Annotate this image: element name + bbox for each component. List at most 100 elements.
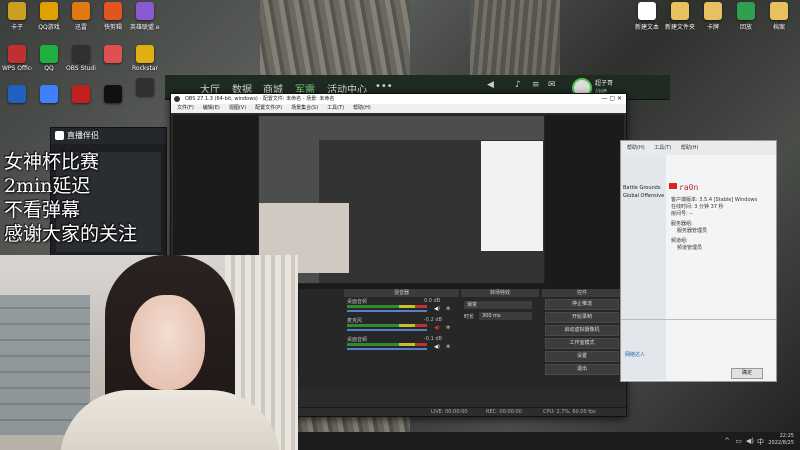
obs-menu-scene-collection[interactable]: 场景集合(S)	[291, 104, 318, 113]
mute-icon[interactable]: ◀)	[434, 306, 440, 312]
taskbar-clock[interactable]: 22:25 2022/8/25	[768, 433, 794, 447]
start-recording-button[interactable]: 开始录制	[545, 312, 619, 323]
desktop-icon[interactable]: 新建文本	[632, 2, 662, 31]
status-rec: REC: 00:00:00	[486, 409, 522, 415]
desktop-icon[interactable]	[34, 85, 64, 105]
tray-volume-icon[interactable]: ◀)	[746, 437, 754, 445]
desktop-icon-label: 回放	[739, 24, 752, 31]
desktop-icon[interactable]	[66, 85, 96, 105]
desktop-icon-label: QQ	[44, 65, 54, 72]
mute-icon[interactable]: ◀)	[434, 344, 440, 350]
mixer-db: -0.1 dB	[424, 336, 442, 342]
launcher-mail-icon[interactable]: ✉	[548, 80, 556, 90]
overlay-line: 女神杯比赛	[4, 151, 100, 173]
tray-network-icon[interactable]: ▭	[735, 437, 742, 445]
desktop-icon[interactable]: QQ	[34, 45, 64, 72]
desktop-icon[interactable]: OBS Studio	[66, 45, 96, 72]
chat-footer-link[interactable]: 网络达人	[625, 351, 645, 358]
tray-ime-icon[interactable]: 中	[757, 437, 764, 447]
obs-menu-help[interactable]: 帮助(H)	[353, 104, 371, 113]
app-icon	[40, 45, 58, 63]
desktop-icon[interactable]: 档案	[764, 2, 794, 31]
channel-item[interactable]: Battle Grounds	[623, 185, 666, 191]
status-cpu: CPU: 2.7%, 60.00 fps	[543, 409, 596, 415]
desktop-icon[interactable]: QQ游戏	[34, 2, 64, 31]
desktop-icon-label: 卡牌	[706, 24, 719, 31]
chat-menu-help[interactable]: 帮助(H)	[627, 145, 645, 151]
obs-menu-file[interactable]: 文件(F)	[177, 104, 194, 113]
chat-user-info: 客户端版本: 3.5.4 [Stable] Windows 在线时间: 3 分钟…	[671, 197, 757, 252]
desktop-icon[interactable]: 英雄联盟.exe	[130, 2, 160, 31]
desktop-icon-label: 快剪辑	[103, 24, 122, 31]
app-icon	[136, 2, 154, 20]
studio-mode-button[interactable]: 工作室模式	[545, 338, 619, 349]
desktop-icon[interactable]: 卡子	[2, 2, 32, 31]
launcher-bell-icon[interactable]: ♪	[515, 80, 521, 90]
desktop-icon[interactable]	[2, 85, 32, 105]
mixer-db: -0.2 dB	[424, 317, 442, 323]
desktop-icon-label: 迅雷	[74, 24, 87, 31]
obs-preview-chat	[481, 141, 543, 251]
desktop-icon[interactable]: WPS Office	[2, 45, 32, 72]
transition-duration-input[interactable]: 300 ms	[479, 312, 532, 320]
webcam-person-face	[130, 295, 205, 390]
launcher-back-icon[interactable]: ◀	[487, 80, 494, 90]
channel-item[interactable]: Global Offensive	[623, 193, 666, 199]
obs-menu-view[interactable]: 视图(V)	[229, 104, 246, 113]
launcher-menu-icon[interactable]: ≡	[532, 80, 540, 90]
launcher-nav-more[interactable]: •••	[375, 81, 393, 92]
app-icon	[8, 2, 26, 20]
file-icon	[638, 2, 656, 20]
desktop-icon[interactable]	[98, 45, 128, 65]
obs-menu-profile[interactable]: 配置文件(P)	[255, 104, 282, 113]
transition-duration-label: 时长	[464, 314, 475, 320]
chat-menu-tools[interactable]: 工具(T)	[654, 145, 671, 151]
chat-confirm-button[interactable]: 确定	[731, 368, 763, 379]
desktop-icon[interactable]: 迅雷	[66, 2, 96, 31]
info-line: 在线时间: 3 分钟 37 秒	[671, 204, 724, 210]
obs-window-controls[interactable]: — ▢ ✕	[601, 94, 622, 104]
voice-chat-window: 帮助(H) 工具(T) 帮助(H) Battle Grounds Global …	[620, 140, 777, 382]
obs-docks: 混音器 桌面音频 0.0 dB ◀) ✻ 麦克风 -0.2 dB ◀) ✻ 桌面…	[299, 289, 624, 389]
desktop-icon[interactable]	[98, 85, 128, 105]
group-admin: 服务器管理员	[677, 228, 708, 234]
transition-select[interactable]: 渐变	[464, 301, 532, 309]
chat-menu-help-2[interactable]: 帮助(H)	[681, 145, 699, 151]
assistant-logo-icon	[55, 131, 64, 140]
tray-chevron-icon[interactable]: ^	[724, 437, 730, 445]
app-icon	[136, 45, 154, 63]
app-icon	[104, 45, 122, 63]
gear-icon[interactable]: ✻	[446, 306, 450, 312]
desktop-icon-label: Rockstar	[132, 65, 158, 72]
obs-mixer-row: 桌面音频 -0.1 dB ◀) ✻	[344, 335, 459, 354]
assistant-header: 直播伴侣	[51, 128, 166, 144]
group-channel: 频道管理员	[677, 245, 703, 251]
exit-button[interactable]: 退出	[545, 364, 619, 375]
desktop-icon-label: 新建文本	[634, 24, 659, 31]
settings-button[interactable]: 设置	[545, 351, 619, 362]
gear-icon[interactable]: ✻	[446, 344, 450, 350]
gear-icon[interactable]: ✻	[446, 325, 450, 331]
desktop-icon[interactable]: 快剪辑	[98, 2, 128, 31]
flag-icon	[669, 183, 677, 189]
volume-slider[interactable]	[347, 329, 427, 331]
obs-controls-panel: 控件 停止推流 开始录制 启动虚拟摄像机 工作室模式 设置 退出	[542, 289, 622, 384]
status-live: LIVE: 00:00:00	[431, 409, 468, 415]
desktop-icon[interactable]: 卡牌	[698, 2, 728, 31]
obs-menu-edit[interactable]: 编辑(E)	[203, 104, 220, 113]
file-icon	[704, 2, 722, 20]
desktop-icon[interactable]: 新建文件夹	[665, 2, 695, 31]
obs-transitions-header: 转场特效	[461, 289, 539, 297]
desktop-icon-label: QQ游戏	[38, 24, 60, 31]
volume-slider[interactable]	[347, 348, 427, 350]
desktop-icon[interactable]	[130, 78, 160, 98]
stop-streaming-button[interactable]: 停止推流	[545, 299, 619, 310]
assistant-title: 直播伴侣	[67, 131, 99, 140]
chat-menubar: 帮助(H) 工具(T) 帮助(H)	[621, 141, 776, 155]
desktop-icon[interactable]: Rockstar	[130, 45, 160, 72]
mute-icon[interactable]: ◀)	[434, 325, 440, 331]
virtual-camera-button[interactable]: 启动虚拟摄像机	[545, 325, 619, 336]
obs-menu-tools[interactable]: 工具(T)	[327, 104, 344, 113]
desktop-icon[interactable]: 回放	[731, 2, 761, 31]
volume-slider[interactable]	[347, 310, 427, 312]
